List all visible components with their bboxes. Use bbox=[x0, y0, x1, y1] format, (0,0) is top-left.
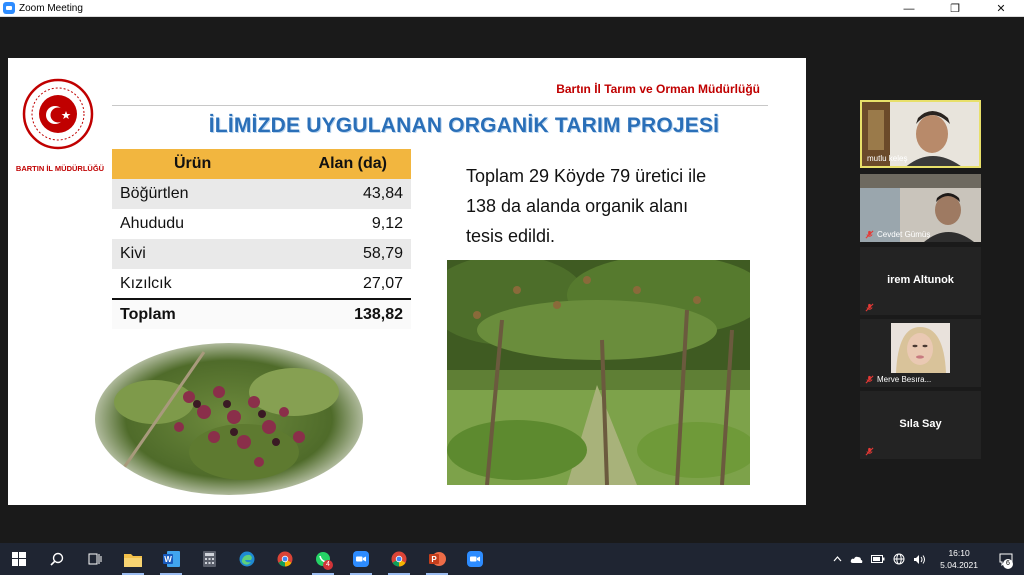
volume-icon[interactable] bbox=[909, 543, 930, 575]
summary-line: Toplam 29 Köyde 79 üretici ile bbox=[466, 166, 707, 186]
window-title: Zoom Meeting bbox=[19, 2, 83, 14]
window-controls: — ❐ ✕ bbox=[886, 0, 1024, 17]
calculator-icon bbox=[202, 551, 216, 567]
network-globe-icon[interactable] bbox=[889, 543, 909, 575]
participant-tile-merve[interactable]: Merve Besıra... bbox=[860, 319, 981, 387]
battery-icon[interactable] bbox=[867, 543, 889, 575]
cloud-icon[interactable] bbox=[846, 543, 867, 575]
product-cell: Böğürtlen bbox=[112, 179, 267, 209]
participant-tile-mutlu[interactable]: mutlu keleş bbox=[860, 100, 981, 168]
chrome-icon bbox=[277, 551, 293, 567]
zoom-app-icon bbox=[3, 2, 15, 14]
area-cell: 27,07 bbox=[266, 269, 411, 299]
area-cell: 43,84 bbox=[266, 179, 411, 209]
taskbar-calculator[interactable] bbox=[190, 543, 228, 575]
table-total-row: Toplam 138,82 bbox=[112, 298, 411, 329]
windows-logo-icon bbox=[12, 552, 26, 566]
zoom-icon bbox=[467, 551, 483, 567]
kiwi-orchard-photo bbox=[447, 260, 750, 485]
product-cell: Kızılcık bbox=[112, 269, 267, 299]
taskbar-clock[interactable]: 16:10 5.04.2021 bbox=[930, 547, 988, 571]
participant-tile-irem[interactable]: irem Altunok bbox=[860, 247, 981, 315]
taskbar-zoom[interactable] bbox=[342, 543, 380, 575]
task-view-button[interactable] bbox=[76, 543, 114, 575]
window-titlebar: Zoom Meeting — ❐ ✕ bbox=[0, 0, 1024, 17]
word-icon: W bbox=[162, 551, 180, 567]
taskbar-chrome-2[interactable] bbox=[380, 543, 418, 575]
ministry-seal-logo bbox=[22, 78, 94, 150]
minimize-button[interactable]: — bbox=[886, 0, 932, 17]
whatsapp-unread-badge: 4 bbox=[323, 560, 333, 570]
task-view-icon bbox=[88, 553, 102, 565]
slide-title: İLİMİZDE UYGULANAN ORGANİK TARIM PROJESİ bbox=[208, 114, 720, 137]
edge-icon bbox=[239, 551, 255, 567]
folder-icon bbox=[124, 553, 142, 567]
search-icon bbox=[50, 552, 64, 566]
muted-mic-icon bbox=[865, 375, 874, 384]
table-row: Ahududu 9,12 bbox=[112, 209, 411, 239]
svg-text:P: P bbox=[431, 555, 437, 564]
muted-mic-icon bbox=[865, 447, 874, 456]
table-header-product: Ürün bbox=[112, 149, 267, 179]
header-divider bbox=[112, 105, 768, 106]
notification-count-badge: 6 bbox=[1003, 559, 1013, 569]
table-row: Kızılcık 27,07 bbox=[112, 269, 411, 299]
organization-name: Bartın İl Tarım ve Orman Müdürlüğü bbox=[556, 82, 760, 96]
table-header-row: Ürün Alan (da) bbox=[112, 149, 411, 179]
system-tray: 16:10 5.04.2021 6 bbox=[829, 543, 1024, 575]
logo-caption: BARTIN İL MÜDÜRLÜĞÜ bbox=[15, 164, 105, 173]
participant-tile-sila[interactable]: Sıla Say bbox=[860, 391, 981, 459]
start-button[interactable] bbox=[0, 543, 38, 575]
muted-mic-icon bbox=[865, 230, 874, 239]
summary-line: 138 da alanda organik alanı bbox=[466, 196, 689, 216]
taskbar-file-explorer[interactable] bbox=[114, 543, 152, 575]
table-row: Kivi 58,79 bbox=[112, 239, 411, 269]
zoom-icon bbox=[353, 551, 369, 567]
participant-name: Merve Besıra... bbox=[877, 375, 932, 384]
taskbar-powerpoint[interactable]: P bbox=[418, 543, 456, 575]
summary-line: tesis edildi. bbox=[466, 226, 556, 246]
participant-name: irem Altunok bbox=[887, 274, 954, 286]
maximize-button[interactable]: ❐ bbox=[932, 0, 978, 17]
taskbar-zoom-2[interactable] bbox=[456, 543, 494, 575]
notifications-button[interactable]: 6 bbox=[988, 543, 1024, 575]
tray-overflow-chevron-up-icon[interactable] bbox=[829, 543, 846, 575]
blackberry-photo bbox=[95, 343, 363, 495]
participant-name: mutlu keleş bbox=[867, 154, 908, 163]
svg-text:W: W bbox=[164, 555, 172, 564]
crop-area-table: Ürün Alan (da) Böğürtlen 43,84 Ahududu 9… bbox=[112, 149, 411, 329]
taskbar-word[interactable]: W bbox=[152, 543, 190, 575]
product-cell: Kivi bbox=[112, 239, 267, 269]
clock-time: 16:10 bbox=[948, 548, 970, 558]
project-summary: Toplam 29 Köyde 79 üretici ile 138 da al… bbox=[466, 161, 766, 251]
search-button[interactable] bbox=[38, 543, 76, 575]
taskbar-chrome[interactable] bbox=[266, 543, 304, 575]
participant-name: Cevdet Gümüş bbox=[877, 230, 931, 239]
table-header-area: Alan (da) bbox=[266, 149, 411, 179]
taskbar-edge[interactable] bbox=[228, 543, 266, 575]
total-label: Toplam bbox=[112, 298, 267, 329]
participant-name: Sıla Say bbox=[899, 418, 942, 430]
participant-tile-cevdet[interactable]: Cevdet Gümüş bbox=[860, 174, 981, 242]
chrome-icon bbox=[391, 551, 407, 567]
product-cell: Ahududu bbox=[112, 209, 267, 239]
taskbar-whatsapp[interactable]: 4 bbox=[304, 543, 342, 575]
powerpoint-icon: P bbox=[428, 552, 446, 566]
meeting-area: BARTIN İL MÜDÜRLÜĞÜ Bartın İl Tarım ve O… bbox=[0, 17, 1024, 543]
muted-mic-icon bbox=[865, 303, 874, 312]
close-button[interactable]: ✕ bbox=[978, 0, 1024, 17]
shared-screen-slide: BARTIN İL MÜDÜRLÜĞÜ Bartın İl Tarım ve O… bbox=[8, 58, 806, 505]
area-cell: 9,12 bbox=[266, 209, 411, 239]
clock-date: 5.04.2021 bbox=[940, 560, 978, 570]
area-cell: 58,79 bbox=[266, 239, 411, 269]
total-value: 138,82 bbox=[266, 298, 411, 329]
table-row: Böğürtlen 43,84 bbox=[112, 179, 411, 209]
windows-taskbar: W 4 P 16:10 5.04.2021 6 bbox=[0, 543, 1024, 575]
